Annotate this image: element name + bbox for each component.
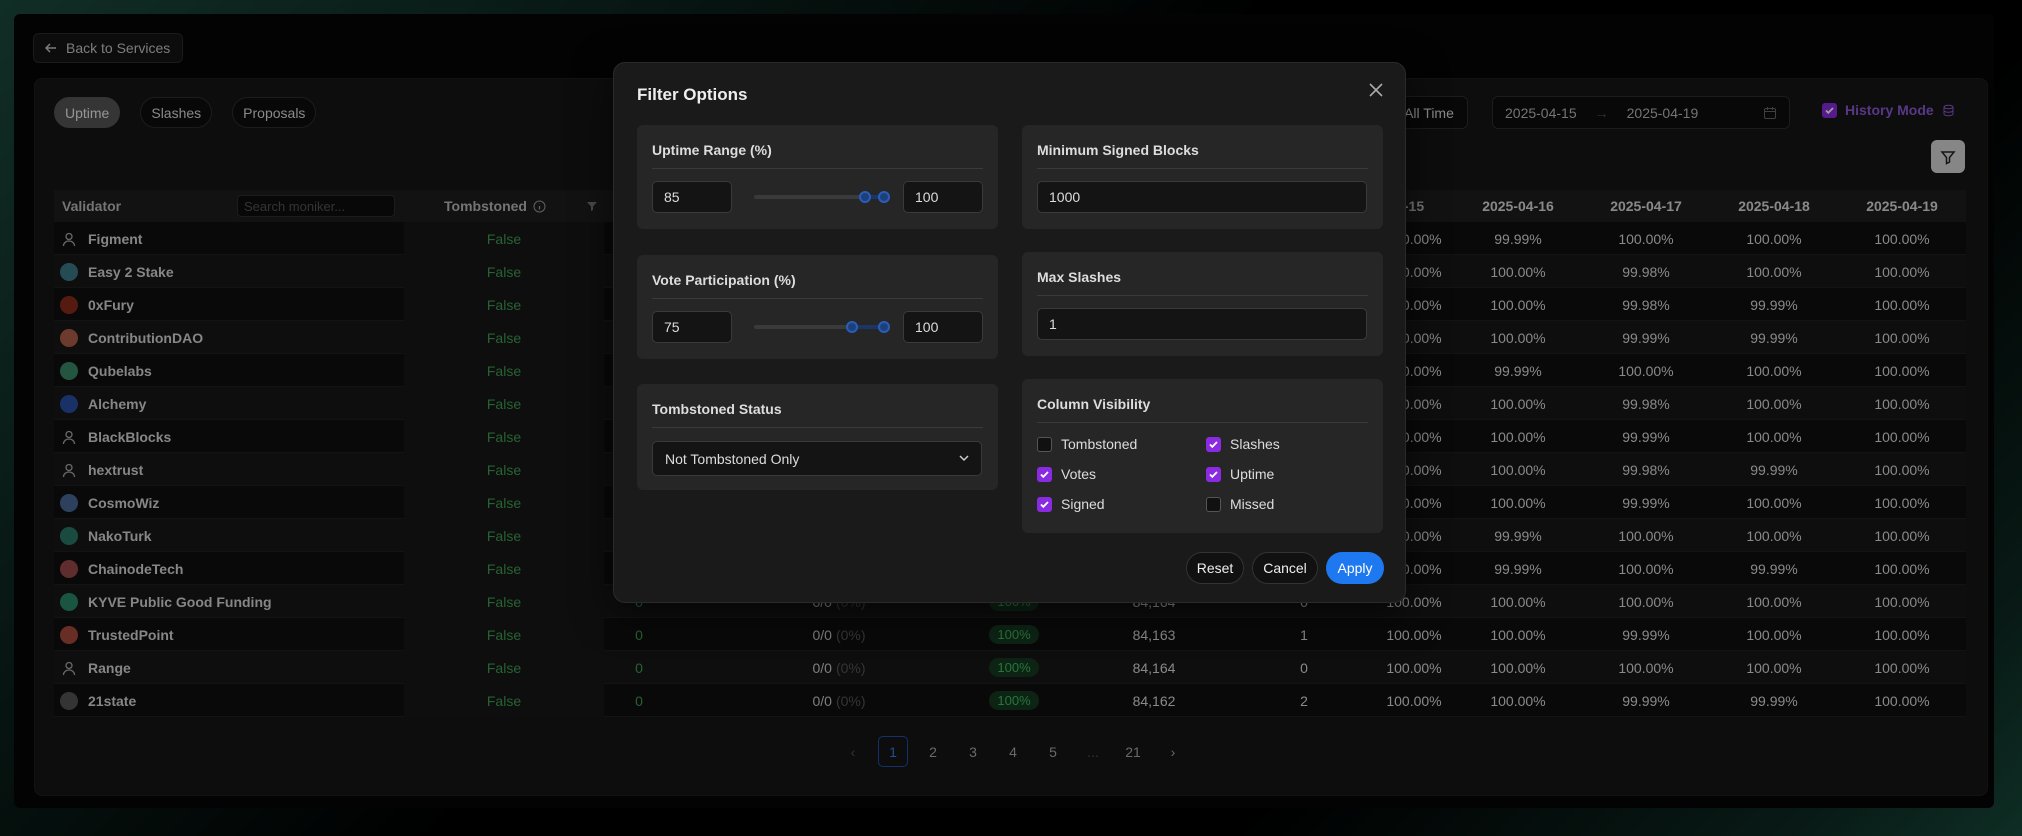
uptime-min-input[interactable]: 85 [652,181,732,213]
filter-options-modal: Filter Options Uptime Range (%) 85 100 V… [613,62,1406,603]
column-toggle-uptime[interactable]: Uptime [1206,466,1274,482]
vote-max-input[interactable]: 100 [903,311,983,343]
tombstoned-checkbox[interactable] [1037,436,1052,452]
column-toggle-missed[interactable]: Missed [1206,496,1274,512]
uptime-max-handle[interactable] [878,191,890,203]
cancel-button[interactable]: Cancel [1252,552,1318,584]
vote-participation-section: Vote Participation (%) 75 100 [637,255,998,359]
max-slashes-section: Max Slashes 1 [1022,252,1383,356]
uptime-range-section: Uptime Range (%) 85 100 [637,125,998,229]
vote-min-input[interactable]: 75 [652,311,732,343]
slashes-label: Slashes [1230,436,1280,452]
votes-label: Votes [1061,466,1097,482]
close-icon[interactable] [1365,79,1387,101]
column-visibility-section: Column Visibility Tombstoned Slashes Votes… [1022,379,1383,533]
uptime-range-slider[interactable] [754,191,890,203]
column-toggle-signed[interactable]: Signed [1037,496,1105,512]
missed-label: Missed [1230,496,1275,512]
signed-label: Signed [1061,496,1105,512]
tombstoned-status-label: Tombstoned Status [652,384,983,428]
max-slashes-label: Max Slashes [1037,252,1368,296]
vote-max-handle[interactable] [878,321,890,333]
votes-checkbox[interactable] [1037,466,1052,482]
tombstoned-status-value: Not Tombstoned Only [665,450,800,467]
min-signed-blocks-section: Minimum Signed Blocks 1000 [1022,125,1383,229]
slashes-checkbox[interactable] [1206,436,1221,452]
tombstoned-label: Tombstoned [1061,436,1138,452]
signed-checkbox[interactable] [1037,496,1052,512]
uptime-max-input[interactable]: 100 [903,181,983,213]
min-signed-blocks-label: Minimum Signed Blocks [1037,125,1368,169]
chevron-down-icon [959,455,969,462]
tombstoned-status-select[interactable]: Not Tombstoned Only [652,441,982,476]
tombstoned-status-section: Tombstoned Status Not Tombstoned Only [637,384,998,490]
max-slashes-input[interactable]: 1 [1037,308,1367,340]
column-toggle-tombstoned[interactable]: Tombstoned [1037,436,1137,452]
vote-participation-slider[interactable] [754,321,890,333]
uptime-checkbox[interactable] [1206,466,1221,482]
modal-title: Filter Options [637,85,748,104]
vote-min-handle[interactable] [845,321,858,333]
reset-button[interactable]: Reset [1186,552,1244,584]
uptime-min-handle[interactable] [858,191,871,203]
vote-participation-label: Vote Participation (%) [652,255,983,299]
apply-button[interactable]: Apply [1326,552,1384,584]
uptime-label: Uptime [1230,466,1275,482]
column-toggle-votes[interactable]: Votes [1037,466,1096,482]
uptime-range-label: Uptime Range (%) [652,125,983,169]
min-signed-blocks-input[interactable]: 1000 [1037,181,1367,213]
column-toggle-slashes[interactable]: Slashes [1206,436,1280,452]
column-visibility-label: Column Visibility [1037,379,1368,423]
missed-checkbox[interactable] [1206,496,1221,512]
